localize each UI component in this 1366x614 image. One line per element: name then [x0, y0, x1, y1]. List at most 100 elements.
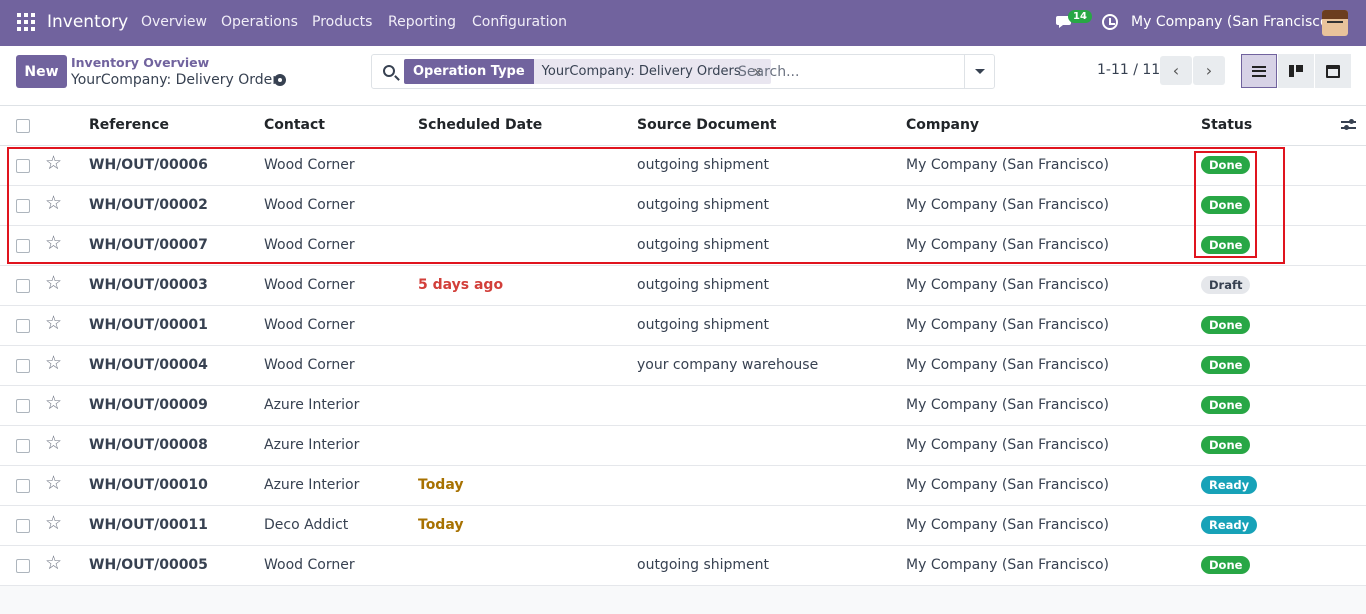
cell-contact: Azure Interior: [264, 397, 360, 413]
status-badge: Done: [1201, 356, 1251, 374]
menu-overview[interactable]: Overview: [141, 14, 207, 30]
cell-scheduled-date: Today: [418, 517, 464, 533]
table-row[interactable]: ☆ WH/OUT/00010 Azure Interior Today My Compa…: [0, 466, 1366, 506]
star-icon[interactable]: ☆: [45, 194, 62, 213]
cell-contact: Azure Interior: [264, 477, 360, 493]
row-checkbox[interactable]: [16, 399, 30, 413]
star-icon[interactable]: ☆: [45, 514, 62, 533]
cell-reference: WH/OUT/00009: [89, 397, 208, 413]
cell-contact: Wood Corner: [264, 317, 355, 333]
table-row[interactable]: ☆ WH/OUT/00006 Wood Corner outgoing shipmen…: [0, 146, 1366, 186]
row-checkbox[interactable]: [16, 479, 30, 493]
row-checkbox[interactable]: [16, 239, 30, 253]
cell-reference: WH/OUT/00004: [89, 357, 208, 373]
search-facet: Operation Type YourCompany: Delivery Ord…: [404, 59, 771, 84]
table-header: Reference Contact Scheduled Date Source …: [0, 106, 1366, 146]
row-checkbox[interactable]: [16, 439, 30, 453]
cell-scheduled-date: 5 days ago: [418, 277, 504, 293]
column-company[interactable]: Company: [906, 117, 979, 133]
table-row[interactable]: ☆ WH/OUT/00008 Azure Interior My Company (S…: [0, 426, 1366, 466]
status-badge: Done: [1201, 556, 1251, 574]
control-panel: New Inventory Overview YourCompany: Deli…: [0, 46, 1366, 106]
star-icon[interactable]: ☆: [45, 274, 62, 293]
menu-configuration[interactable]: Configuration: [472, 14, 567, 30]
select-all-checkbox[interactable]: [16, 119, 30, 133]
user-avatar[interactable]: [1322, 10, 1348, 36]
row-checkbox[interactable]: [16, 279, 30, 293]
column-status[interactable]: Status: [1201, 117, 1252, 133]
cell-source-document: outgoing shipment: [637, 237, 770, 253]
star-icon[interactable]: ☆: [45, 154, 62, 173]
row-checkbox[interactable]: [16, 319, 30, 333]
cell-company: My Company (San Francisco): [906, 437, 1109, 453]
cell-company: My Company (San Francisco): [906, 157, 1109, 173]
star-icon[interactable]: ☆: [45, 394, 62, 413]
star-icon[interactable]: ☆: [45, 354, 62, 373]
star-icon[interactable]: ☆: [45, 474, 62, 493]
status-badge: Draft: [1201, 276, 1251, 294]
star-icon[interactable]: ☆: [45, 234, 62, 253]
star-icon[interactable]: ☆: [45, 434, 62, 453]
table-row[interactable]: ☆ WH/OUT/00009 Azure Interior My Company (S…: [0, 386, 1366, 426]
row-checkbox[interactable]: [16, 199, 30, 213]
chevron-down-icon: [974, 69, 985, 74]
cell-contact: Wood Corner: [264, 357, 355, 373]
column-reference[interactable]: Reference: [89, 117, 169, 133]
top-navbar: Inventory Overview Operations Products R…: [0, 0, 1366, 46]
calendar-view-button[interactable]: [1315, 54, 1351, 88]
column-scheduled-date[interactable]: Scheduled Date: [418, 117, 542, 133]
status-badge: Done: [1201, 196, 1251, 214]
pager-next-button[interactable]: ›: [1193, 56, 1225, 85]
table-row[interactable]: ☆ WH/OUT/00004 Wood Corner your company war…: [0, 346, 1366, 386]
table-row[interactable]: ☆ WH/OUT/00001 Wood Corner outgoing shipmen…: [0, 306, 1366, 346]
menu-reporting[interactable]: Reporting: [388, 14, 456, 30]
column-source-document[interactable]: Source Document: [637, 117, 777, 133]
breadcrumb-current: YourCompany: Delivery Orders: [71, 72, 286, 88]
kanban-view-icon: [1289, 65, 1303, 77]
menu-products[interactable]: Products: [312, 14, 372, 30]
cell-source-document: outgoing shipment: [637, 277, 770, 293]
list-view-button[interactable]: [1241, 54, 1277, 88]
row-checkbox[interactable]: [16, 519, 30, 533]
search-options-toggle[interactable]: [964, 55, 994, 88]
kanban-view-button[interactable]: [1278, 54, 1314, 88]
cell-contact: Azure Interior: [264, 437, 360, 453]
company-switcher[interactable]: My Company (San Francisco): [1131, 14, 1334, 30]
pager-value[interactable]: 1-11 / 11: [1097, 62, 1160, 78]
new-button[interactable]: New: [16, 55, 67, 88]
app-name[interactable]: Inventory: [47, 12, 128, 32]
cell-reference: WH/OUT/00003: [89, 277, 208, 293]
row-checkbox[interactable]: [16, 359, 30, 373]
cell-contact: Wood Corner: [264, 277, 355, 293]
table-row[interactable]: ☆ WH/OUT/00011 Deco Addict Today My Company …: [0, 506, 1366, 546]
row-checkbox[interactable]: [16, 159, 30, 173]
search-icon[interactable]: [383, 65, 395, 77]
optional-columns-icon[interactable]: [1341, 119, 1356, 131]
list-view-icon: [1252, 65, 1266, 77]
gear-icon[interactable]: [274, 74, 286, 86]
star-icon[interactable]: ☆: [45, 314, 62, 333]
status-badge: Done: [1201, 236, 1251, 254]
cell-company: My Company (San Francisco): [906, 517, 1109, 533]
table-row[interactable]: ☆ WH/OUT/00002 Wood Corner outgoing shipmen…: [0, 186, 1366, 226]
table-row[interactable]: ☆ WH/OUT/00003 Wood Corner 5 days ago outgoi…: [0, 266, 1366, 306]
column-contact[interactable]: Contact: [264, 117, 325, 133]
row-checkbox[interactable]: [16, 559, 30, 573]
cell-reference: WH/OUT/00007: [89, 237, 208, 253]
menu-operations[interactable]: Operations: [221, 14, 298, 30]
table-row[interactable]: ☆ WH/OUT/00005 Wood Corner outgoing shipmen…: [0, 546, 1366, 586]
calendar-view-icon: [1326, 64, 1340, 78]
cell-contact: Wood Corner: [264, 237, 355, 253]
cell-company: My Company (San Francisco): [906, 317, 1109, 333]
cell-contact: Wood Corner: [264, 557, 355, 573]
pager-previous-button[interactable]: ‹: [1160, 56, 1192, 85]
search-bar[interactable]: Operation Type YourCompany: Delivery Ord…: [371, 54, 995, 89]
cell-company: My Company (San Francisco): [906, 277, 1109, 293]
apps-menu-icon[interactable]: [17, 13, 35, 31]
activity-clock-icon[interactable]: [1102, 14, 1118, 30]
search-input[interactable]: [738, 61, 958, 83]
cell-contact: Wood Corner: [264, 157, 355, 173]
breadcrumb-inventory-overview[interactable]: Inventory Overview: [71, 55, 209, 70]
table-row[interactable]: ☆ WH/OUT/00007 Wood Corner outgoing shipmen…: [0, 226, 1366, 266]
star-icon[interactable]: ☆: [45, 554, 62, 573]
